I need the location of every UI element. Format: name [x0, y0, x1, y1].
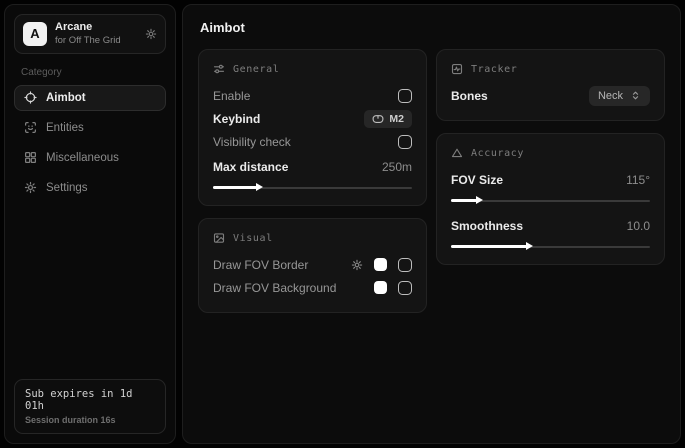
keybind-label: Keybind — [213, 112, 260, 126]
session-duration-text: Session duration 16s — [25, 415, 155, 425]
sidebar-item-miscellaneous[interactable]: Miscellaneous — [14, 145, 166, 171]
smoothness-slider[interactable] — [451, 242, 650, 251]
page-title: Aimbot — [200, 20, 663, 35]
draw-fov-background-checkbox[interactable] — [398, 281, 412, 295]
draw-fov-border-row: Draw FOV Border — [213, 253, 412, 276]
keybind-row: Keybind M2 — [213, 107, 412, 130]
triangle-icon — [451, 147, 463, 159]
keybind-value: M2 — [389, 113, 404, 125]
keybind-button[interactable]: M2 — [364, 110, 412, 128]
fov-size-row: FOV Size 115° — [451, 168, 650, 191]
sidebar-item-label: Settings — [46, 182, 88, 194]
accuracy-card-header: Accuracy — [451, 147, 650, 159]
max-distance-value: 250m — [382, 160, 412, 174]
sidebar-item-label: Aimbot — [46, 92, 86, 104]
draw-fov-border-label: Draw FOV Border — [213, 258, 308, 272]
smoothness-row: Smoothness 10.0 — [451, 214, 650, 237]
gear-icon[interactable] — [351, 259, 363, 271]
activity-square-icon — [451, 63, 463, 75]
category-label: Category — [21, 67, 159, 78]
app-window: A Arcane for Off The Grid Category — [0, 0, 685, 448]
sidebar-item-aimbot[interactable]: Aimbot — [14, 85, 166, 111]
draw-fov-border-checkbox[interactable] — [398, 258, 412, 272]
visual-card-header: Visual — [213, 232, 412, 244]
sidebar-item-entities[interactable]: Entities — [14, 115, 166, 141]
sidebar-item-label: Miscellaneous — [46, 152, 119, 164]
fov-size-group: FOV Size 115° — [451, 168, 650, 205]
visibility-check-label: Visibility check — [213, 135, 291, 149]
smoothness-group: Smoothness 10.0 — [451, 214, 650, 251]
subscription-card: Sub expires in 1d 01h Session duration 1… — [14, 379, 166, 434]
slider-fill — [213, 186, 257, 189]
bones-selected-value: Neck — [598, 90, 623, 102]
draw-fov-background-row: Draw FOV Background — [213, 276, 412, 299]
slider-fill — [451, 245, 527, 248]
bones-label: Bones — [451, 89, 488, 103]
grid-icon — [24, 151, 37, 164]
enable-row: Enable — [213, 84, 412, 107]
brand-text: Arcane for Off The Grid — [55, 21, 121, 47]
gear-icon[interactable] — [145, 28, 157, 40]
slider-fill — [451, 199, 477, 202]
max-distance-label: Max distance — [213, 160, 288, 174]
draw-fov-background-label: Draw FOV Background — [213, 281, 336, 295]
general-card-title: General — [233, 64, 279, 75]
right-column: Tracker Bones Neck — [436, 49, 665, 265]
enable-label: Enable — [213, 89, 250, 103]
chevrons-up-down-icon — [630, 90, 641, 101]
arcane-logo: A — [23, 22, 47, 46]
brand-card: A Arcane for Off The Grid — [14, 14, 166, 54]
sidebar-item-settings[interactable]: Settings — [14, 175, 166, 201]
visibility-check-checkbox[interactable] — [398, 135, 412, 149]
tracker-card-header: Tracker — [451, 63, 650, 75]
smoothness-value: 10.0 — [627, 219, 650, 233]
brand-subtitle: for Off The Grid — [55, 35, 121, 47]
general-card: General Enable Keybind — [198, 49, 427, 206]
slider-thumb[interactable] — [256, 183, 263, 191]
slider-thumb[interactable] — [526, 242, 533, 250]
sliders-icon — [213, 63, 225, 75]
bones-select[interactable]: Neck — [589, 86, 650, 106]
max-distance-group: Max distance 250m — [213, 155, 412, 192]
sub-expiry-text: Sub expires in 1d 01h — [25, 388, 155, 412]
fov-border-color-swatch[interactable] — [374, 258, 387, 271]
fov-size-value: 115° — [626, 173, 650, 187]
sidebar-nav: Aimbot Entities — [14, 85, 166, 201]
fov-size-label: FOV Size — [451, 173, 503, 187]
scan-face-icon — [24, 121, 37, 134]
draw-fov-border-controls — [351, 258, 412, 272]
bones-row: Bones Neck — [451, 84, 650, 107]
draw-fov-background-controls — [374, 281, 412, 295]
max-distance-row: Max distance 250m — [213, 155, 412, 178]
slider-thumb[interactable] — [476, 196, 483, 204]
accuracy-card: Accuracy FOV Size 115° — [436, 133, 665, 265]
general-card-header: General — [213, 63, 412, 75]
max-distance-slider[interactable] — [213, 183, 412, 192]
gear-icon — [24, 181, 37, 194]
smoothness-label: Smoothness — [451, 219, 523, 233]
enable-checkbox[interactable] — [398, 89, 412, 103]
crosshair-icon — [24, 91, 37, 104]
main-panel: Aimbot General — [182, 4, 681, 444]
sidebar-item-label: Entities — [46, 122, 84, 134]
image-icon — [213, 232, 225, 244]
accuracy-card-title: Accuracy — [471, 148, 524, 159]
sidebar: A Arcane for Off The Grid Category — [4, 4, 176, 444]
card-columns: General Enable Keybind — [198, 49, 665, 313]
fov-background-color-swatch[interactable] — [374, 281, 387, 294]
brand-title: Arcane — [55, 21, 121, 35]
mouse-icon — [372, 114, 384, 124]
visual-card: Visual Draw FOV Border — [198, 218, 427, 313]
tracker-card-title: Tracker — [471, 64, 517, 75]
tracker-card: Tracker Bones Neck — [436, 49, 665, 121]
fov-size-slider[interactable] — [451, 196, 650, 205]
visual-card-title: Visual — [233, 233, 273, 244]
visibility-check-row: Visibility check — [213, 130, 412, 153]
left-column: General Enable Keybind — [198, 49, 427, 313]
